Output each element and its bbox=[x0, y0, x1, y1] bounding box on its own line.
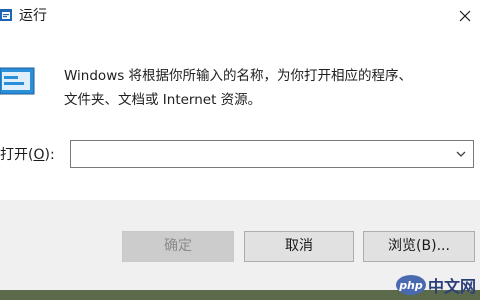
ok-button[interactable]: 确定 bbox=[122, 231, 234, 262]
cancel-button[interactable]: 取消 bbox=[244, 231, 354, 262]
title-bar: 运行 bbox=[0, 0, 480, 34]
close-button[interactable] bbox=[450, 0, 480, 32]
close-icon bbox=[459, 10, 471, 22]
chevron-down-icon[interactable] bbox=[455, 148, 467, 160]
watermark-logo: php bbox=[395, 275, 426, 295]
open-input[interactable] bbox=[71, 141, 441, 167]
window-title: 运行 bbox=[19, 8, 47, 24]
description-line-2: 文件夹、文档或 Internet 资源。 bbox=[64, 92, 262, 108]
open-combobox[interactable] bbox=[70, 140, 474, 168]
description-line-1: Windows 将根据你所输入的名称，为你打开相应的程序、 bbox=[64, 68, 413, 84]
run-dialog-icon bbox=[0, 9, 12, 21]
watermark: php 中文网 bbox=[395, 272, 476, 298]
browse-button[interactable]: 浏览(B)... bbox=[363, 231, 475, 262]
watermark-text: 中文网 bbox=[427, 277, 476, 296]
open-label-suffix: ): bbox=[44, 147, 55, 163]
run-program-icon bbox=[0, 67, 35, 95]
description-text: Windows 将根据你所输入的名称，为你打开相应的程序、 文件夹、文档或 In… bbox=[64, 64, 464, 112]
open-label-accelerator: O bbox=[33, 147, 45, 163]
open-label: 打开(O): bbox=[0, 145, 55, 165]
open-label-prefix: 打开( bbox=[0, 147, 34, 163]
